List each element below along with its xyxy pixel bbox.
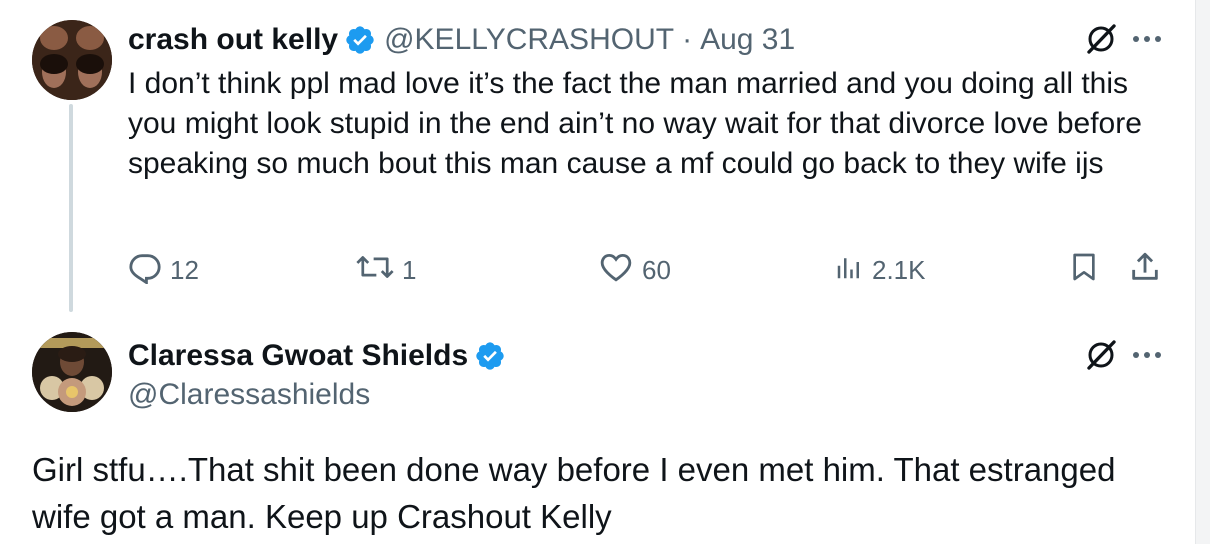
avatar-image	[32, 332, 112, 412]
views-icon	[834, 250, 864, 291]
tweet1-action-bar: 12 1 60 2.1K	[128, 250, 1168, 290]
reply-count: 12	[170, 255, 199, 285]
retweet-icon	[356, 250, 394, 291]
share-button[interactable]	[1128, 250, 1162, 291]
more-icon[interactable]	[1132, 350, 1162, 360]
like-button[interactable]: 60	[598, 250, 671, 291]
share-icon	[1128, 250, 1162, 291]
like-count: 60	[642, 255, 671, 285]
retweet-count: 1	[402, 255, 417, 285]
scrollbar-track	[1195, 0, 1210, 544]
tweet1-top-actions	[1084, 22, 1162, 56]
display-name[interactable]: Claressa Gwoat Shields	[128, 339, 468, 373]
tweet2-header: Claressa Gwoat Shields	[128, 334, 506, 378]
tweet1-text: I don’t think ppl mad love it’s the fact…	[128, 67, 1142, 180]
thread-connector-line	[69, 104, 73, 312]
tweet1-header: crash out kelly @KELLYCRASHOUT · Aug 31	[128, 18, 795, 62]
verified-badge-icon	[474, 340, 506, 372]
avatar-claressa-shields[interactable]	[32, 332, 112, 412]
tweet2-text: Girl stfu….That shit been done way befor…	[32, 451, 1116, 535]
tweet2-top-actions	[1084, 338, 1162, 372]
handle[interactable]: @Claressashields	[128, 378, 370, 412]
reply-icon	[128, 250, 162, 291]
retweet-button[interactable]: 1	[356, 250, 416, 291]
grok-icon[interactable]	[1084, 22, 1118, 56]
views-button[interactable]: 2.1K	[834, 250, 926, 291]
separator-dot: ·	[682, 23, 693, 56]
more-icon[interactable]	[1132, 34, 1162, 44]
handle[interactable]: @KELLYCRASHOUT	[384, 23, 674, 57]
reply-button[interactable]: 12	[128, 250, 199, 291]
avatar-image	[32, 20, 112, 100]
grok-icon[interactable]	[1084, 338, 1118, 372]
verified-badge-icon	[344, 24, 376, 56]
avatar-crash-out-kelly[interactable]	[32, 20, 112, 100]
bookmark-icon	[1068, 250, 1100, 291]
display-name[interactable]: crash out kelly	[128, 23, 338, 57]
bookmark-button[interactable]	[1068, 250, 1100, 291]
timestamp[interactable]: Aug 31	[700, 23, 795, 57]
views-count: 2.1K	[872, 255, 926, 285]
like-icon	[598, 250, 634, 291]
